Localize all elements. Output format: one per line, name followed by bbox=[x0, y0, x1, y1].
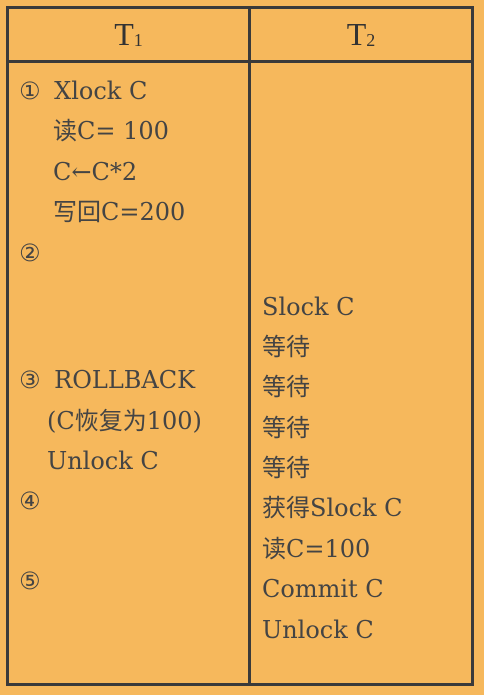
t1-unlock: Unlock C bbox=[47, 447, 159, 475]
step-marker-1: ① bbox=[19, 77, 41, 105]
step-marker-3: ③ bbox=[19, 366, 41, 394]
t1-rollback: ROLLBACK bbox=[54, 366, 196, 394]
table-header: T1 T2 bbox=[9, 9, 471, 63]
t2-read: 读C=100 bbox=[262, 535, 371, 563]
t1-step5-row: ⑤ bbox=[19, 566, 41, 596]
t1-step4-row: ④ bbox=[19, 486, 41, 516]
t1-read: 读C= 100 bbox=[53, 117, 169, 145]
t2-letter: T bbox=[346, 16, 367, 52]
t1-step3-row: ③ ROLLBACK bbox=[19, 365, 195, 395]
t2-obtain-slock: 获得Slock C bbox=[262, 494, 403, 522]
t1-restore: (C恢复为100) bbox=[47, 407, 202, 435]
t1-writeback: 写回C=200 bbox=[53, 198, 186, 226]
step-marker-2: ② bbox=[19, 239, 41, 267]
t1-subscript: 1 bbox=[133, 30, 143, 50]
t2-wait-1: 等待 bbox=[262, 333, 310, 361]
t1-step1-row: ① Xlock C bbox=[19, 76, 147, 106]
t2-commit: Commit C bbox=[262, 575, 384, 603]
t2-subscript: 2 bbox=[366, 30, 376, 50]
t2-slock: Slock C bbox=[262, 293, 355, 321]
step-marker-5: ⑤ bbox=[19, 567, 41, 595]
transaction-table: T1 T2 ① Xlock C 读C= 100 C←C*2 写回C=200 ② … bbox=[6, 6, 474, 686]
t2-unlock: Unlock C bbox=[262, 616, 374, 644]
t1-assign: C←C*2 bbox=[53, 158, 138, 186]
t2-wait-3: 等待 bbox=[262, 414, 310, 442]
column-divider bbox=[248, 9, 251, 683]
t1-step2-row: ② bbox=[19, 238, 41, 268]
column-header-t1: T1 bbox=[9, 9, 248, 60]
step-marker-4: ④ bbox=[19, 487, 41, 515]
column-header-t2: T2 bbox=[251, 9, 471, 60]
t2-wait-4: 等待 bbox=[262, 454, 310, 482]
t1-xlock: Xlock C bbox=[54, 77, 148, 105]
t2-wait-2: 等待 bbox=[262, 373, 310, 401]
t1-letter: T bbox=[114, 16, 134, 52]
